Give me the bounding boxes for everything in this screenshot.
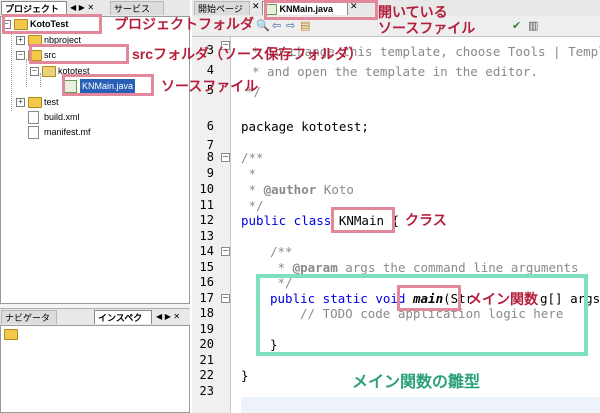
fold-marker-icon[interactable]: − — [221, 153, 230, 162]
collapse-icon[interactable]: − — [16, 51, 25, 60]
tree-item-label: test — [44, 97, 59, 107]
line-number: 12 — [199, 213, 214, 227]
line-number: 4 — [206, 63, 214, 77]
package-icon — [42, 66, 56, 77]
tab-start-page[interactable]: 開始ページ — [194, 1, 250, 15]
callout-class: クラス — [405, 212, 447, 228]
line-number: 21 — [199, 353, 214, 367]
line-number: 8 — [206, 150, 214, 164]
callout-main-template: メイン関数の雛型 — [352, 374, 481, 391]
javadoc-text: args the command line arguments — [337, 260, 579, 275]
shift-left-icon[interactable]: ▥ — [528, 19, 538, 32]
fold-marker-icon[interactable]: − — [221, 294, 230, 303]
javadoc-text: Koto — [316, 182, 354, 197]
line-number: 11 — [199, 198, 214, 212]
highlight-box-src — [29, 44, 129, 64]
highlight-box-main-template — [256, 274, 588, 356]
line-number: 22 — [199, 368, 214, 382]
line-number: 9 — [206, 166, 214, 180]
keyword: public class — [241, 213, 339, 228]
expand-icon[interactable]: + — [16, 36, 25, 45]
find-previous-icon[interactable]: ⇦ — [272, 19, 281, 32]
code-line-8: /** — [241, 150, 264, 165]
javadoc-tag: @author — [263, 182, 317, 197]
callout-source-file: ソースファイル — [161, 78, 259, 94]
tab-services[interactable]: サービス — [110, 1, 164, 15]
macro-icon[interactable]: ✔ — [512, 19, 521, 32]
folder-icon — [4, 329, 18, 340]
fold-marker-icon[interactable]: − — [221, 247, 230, 256]
line-number: 23 — [199, 384, 214, 398]
search-icon[interactable]: 🔍 — [256, 19, 270, 32]
highlight-box-project — [2, 14, 102, 34]
tab-inspector[interactable]: インスペクタ — [94, 310, 152, 337]
tab-navigator[interactable]: ナビゲータ — [1, 310, 57, 324]
tab-projects[interactable]: プロジェクト — [1, 1, 67, 15]
tree-item-label: manifest.mf — [44, 127, 91, 137]
highlight-box-class — [331, 207, 395, 233]
line-number: 18 — [199, 306, 214, 320]
collapse-icon[interactable]: − — [30, 67, 39, 76]
tree-item-label: build.xml — [44, 112, 80, 122]
code-line-11: */ — [241, 198, 264, 213]
line-number: 15 — [199, 260, 214, 274]
line-number: 10 — [199, 182, 214, 196]
close-icon[interactable]: ✕ — [252, 2, 260, 12]
inspector-panel — [0, 325, 190, 413]
code-line-15: * @param args the command line arguments — [270, 260, 579, 275]
line-number: 16 — [199, 275, 214, 289]
line-number: 20 — [199, 337, 214, 351]
callout-main-function: メイン関数 — [468, 291, 538, 307]
file-icon — [28, 111, 39, 124]
callout-project-folder: プロジェクトフォルダ — [114, 16, 254, 32]
expand-icon[interactable]: + — [16, 98, 25, 107]
callout-open-source-file: 開いている ソースファイル — [378, 4, 476, 36]
code-line-14: /** — [270, 244, 293, 259]
javadoc-tag: @param — [292, 260, 338, 275]
code-line-10: * @author Koto — [241, 182, 354, 197]
file-icon — [28, 126, 39, 139]
line-number: 6 — [206, 119, 214, 133]
folder-icon — [28, 97, 42, 108]
navigator-tabbar: ナビゲータ インスペクタ ◀ ▶ ✕ — [0, 308, 190, 337]
tab-controls-icon[interactable]: ◀ ▶ ✕ — [156, 312, 180, 321]
line-number: 17 — [199, 291, 214, 305]
find-next-icon[interactable]: ⇨ — [286, 19, 295, 32]
current-line-highlight — [241, 397, 600, 413]
tab-scroll-icon[interactable]: ◀ ▶ ✕ — [70, 3, 94, 12]
highlight-box-source-file — [62, 74, 154, 96]
code-line-6: package kototest; — [241, 119, 369, 134]
line-number: 13 — [199, 229, 214, 243]
highlight-box-editor-tab — [264, 0, 378, 20]
line-number: 14 — [199, 244, 214, 258]
callout-src-folder: srcフォルダ（ソース保存フォルダ） — [132, 46, 363, 62]
code-line-22: } — [241, 368, 249, 383]
find-selection-icon[interactable]: ▤ — [300, 19, 310, 32]
code-line-4: * and open the template in the editor. — [252, 64, 538, 79]
code-line-9: * — [241, 166, 257, 181]
line-number: 19 — [199, 322, 214, 336]
